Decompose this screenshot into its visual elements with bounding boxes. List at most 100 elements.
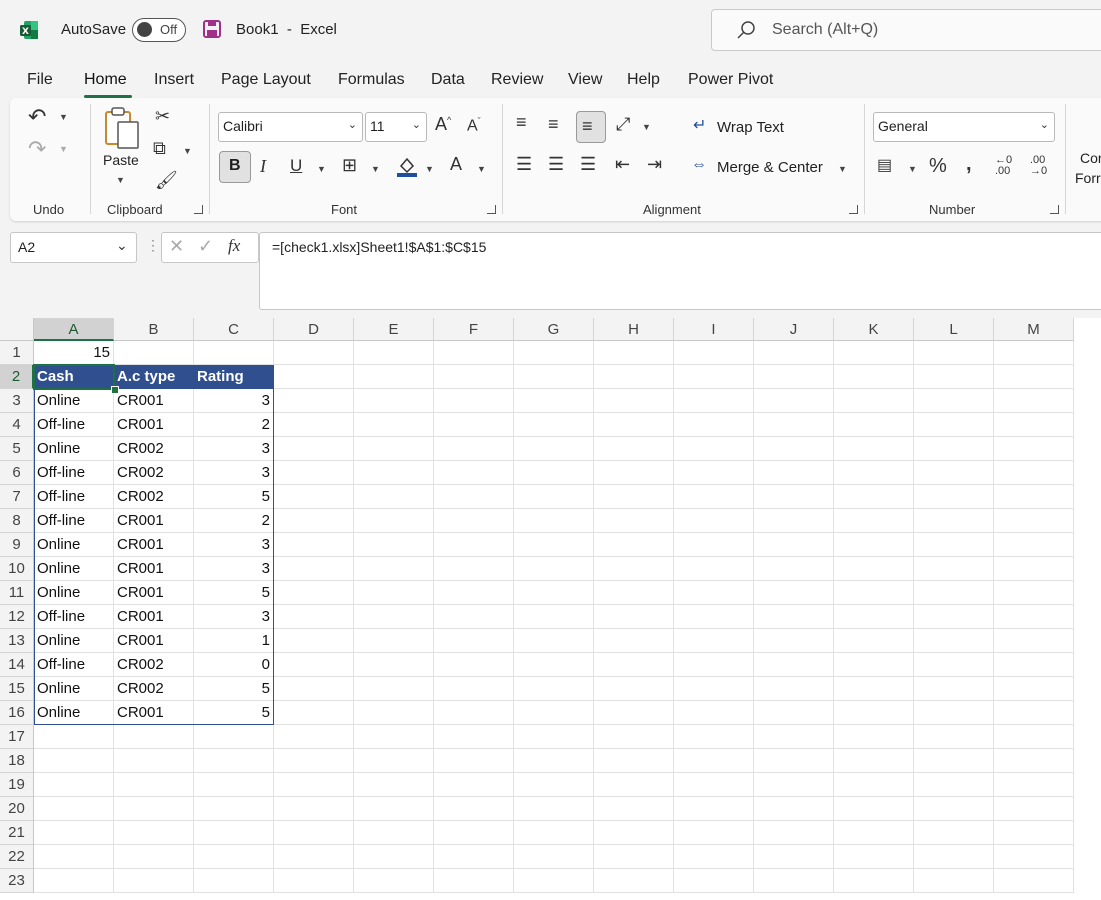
- cell-g23[interactable]: [514, 869, 594, 893]
- cell-i23[interactable]: [674, 869, 754, 893]
- cell-j15[interactable]: [754, 677, 834, 701]
- cell-i3[interactable]: [674, 389, 754, 413]
- column-header-f[interactable]: F: [434, 318, 514, 341]
- cell-c12[interactable]: 3: [194, 605, 274, 629]
- align-center-icon[interactable]: ☰: [548, 154, 564, 175]
- cell-e13[interactable]: [354, 629, 434, 653]
- cell-a23[interactable]: [34, 869, 114, 893]
- cell-i9[interactable]: [674, 533, 754, 557]
- cell-b20[interactable]: [114, 797, 194, 821]
- cell-j17[interactable]: [754, 725, 834, 749]
- cell-k21[interactable]: [834, 821, 914, 845]
- cell-i15[interactable]: [674, 677, 754, 701]
- cell-c1[interactable]: [194, 341, 274, 365]
- cell-e19[interactable]: [354, 773, 434, 797]
- cell-l1[interactable]: [914, 341, 994, 365]
- cell-f17[interactable]: [434, 725, 514, 749]
- cell-h8[interactable]: [594, 509, 674, 533]
- cell-m16[interactable]: [994, 701, 1074, 725]
- cell-b5[interactable]: CR002: [114, 437, 194, 461]
- cell-c11[interactable]: 5: [194, 581, 274, 605]
- cell-f19[interactable]: [434, 773, 514, 797]
- cell-i16[interactable]: [674, 701, 754, 725]
- cell-b3[interactable]: CR001: [114, 389, 194, 413]
- cell-l6[interactable]: [914, 461, 994, 485]
- percent-style-icon[interactable]: %: [929, 155, 947, 178]
- cell-g15[interactable]: [514, 677, 594, 701]
- cell-j5[interactable]: [754, 437, 834, 461]
- cell-h15[interactable]: [594, 677, 674, 701]
- cell-d20[interactable]: [274, 797, 354, 821]
- row-header-5[interactable]: 5: [0, 437, 34, 461]
- cell-f23[interactable]: [434, 869, 514, 893]
- cell-d17[interactable]: [274, 725, 354, 749]
- cell-g18[interactable]: [514, 749, 594, 773]
- column-header-d[interactable]: D: [274, 318, 354, 341]
- tab-formulas[interactable]: Formulas: [338, 71, 405, 89]
- row-header-20[interactable]: 20: [0, 797, 34, 821]
- cell-e14[interactable]: [354, 653, 434, 677]
- decrease-font-size-icon[interactable]: Aˇ: [467, 116, 481, 135]
- cell-h1[interactable]: [594, 341, 674, 365]
- cell-j20[interactable]: [754, 797, 834, 821]
- cell-h13[interactable]: [594, 629, 674, 653]
- cell-h20[interactable]: [594, 797, 674, 821]
- row-header-9[interactable]: 9: [0, 533, 34, 557]
- cell-b18[interactable]: [114, 749, 194, 773]
- cell-l20[interactable]: [914, 797, 994, 821]
- cell-i18[interactable]: [674, 749, 754, 773]
- orientation-icon[interactable]: ⤢: [616, 114, 630, 135]
- cell-l21[interactable]: [914, 821, 994, 845]
- row-header-6[interactable]: 6: [0, 461, 34, 485]
- cell-m22[interactable]: [994, 845, 1074, 869]
- cell-c18[interactable]: [194, 749, 274, 773]
- cell-m18[interactable]: [994, 749, 1074, 773]
- cell-k10[interactable]: [834, 557, 914, 581]
- cell-j1[interactable]: [754, 341, 834, 365]
- cell-h11[interactable]: [594, 581, 674, 605]
- cell-l23[interactable]: [914, 869, 994, 893]
- cell-g6[interactable]: [514, 461, 594, 485]
- column-header-g[interactable]: G: [514, 318, 594, 341]
- cell-e1[interactable]: [354, 341, 434, 365]
- cell-e8[interactable]: [354, 509, 434, 533]
- cell-d1[interactable]: [274, 341, 354, 365]
- increase-decimal-icon[interactable]: ←0.00: [995, 155, 1012, 177]
- cell-a12[interactable]: Off-line: [34, 605, 114, 629]
- select-all-button[interactable]: [0, 318, 34, 341]
- cell-c5[interactable]: 3: [194, 437, 274, 461]
- cell-e18[interactable]: [354, 749, 434, 773]
- row-header-19[interactable]: 19: [0, 773, 34, 797]
- cell-d18[interactable]: [274, 749, 354, 773]
- row-header-16[interactable]: 16: [0, 701, 34, 725]
- cell-b7[interactable]: CR002: [114, 485, 194, 509]
- cell-a8[interactable]: Off-line: [34, 509, 114, 533]
- align-bottom-button[interactable]: ≡: [576, 111, 606, 143]
- cell-e2[interactable]: [354, 365, 434, 389]
- cell-h18[interactable]: [594, 749, 674, 773]
- tab-power-pivot[interactable]: Power Pivot: [688, 71, 773, 89]
- cell-f5[interactable]: [434, 437, 514, 461]
- cell-f4[interactable]: [434, 413, 514, 437]
- cell-i19[interactable]: [674, 773, 754, 797]
- cell-k17[interactable]: [834, 725, 914, 749]
- cell-e9[interactable]: [354, 533, 434, 557]
- cell-k20[interactable]: [834, 797, 914, 821]
- cell-f10[interactable]: [434, 557, 514, 581]
- column-header-h[interactable]: H: [594, 318, 674, 341]
- number-format-select[interactable]: General ⌄: [873, 112, 1055, 142]
- cell-j16[interactable]: [754, 701, 834, 725]
- cell-m20[interactable]: [994, 797, 1074, 821]
- tab-data[interactable]: Data: [431, 71, 465, 89]
- cell-g13[interactable]: [514, 629, 594, 653]
- cell-l4[interactable]: [914, 413, 994, 437]
- cell-k12[interactable]: [834, 605, 914, 629]
- cell-e11[interactable]: [354, 581, 434, 605]
- decrease-indent-icon[interactable]: ⇤: [615, 154, 630, 175]
- cell-a15[interactable]: Online: [34, 677, 114, 701]
- cell-c20[interactable]: [194, 797, 274, 821]
- cell-h9[interactable]: [594, 533, 674, 557]
- cell-m1[interactable]: [994, 341, 1074, 365]
- cell-m21[interactable]: [994, 821, 1074, 845]
- row-header-22[interactable]: 22: [0, 845, 34, 869]
